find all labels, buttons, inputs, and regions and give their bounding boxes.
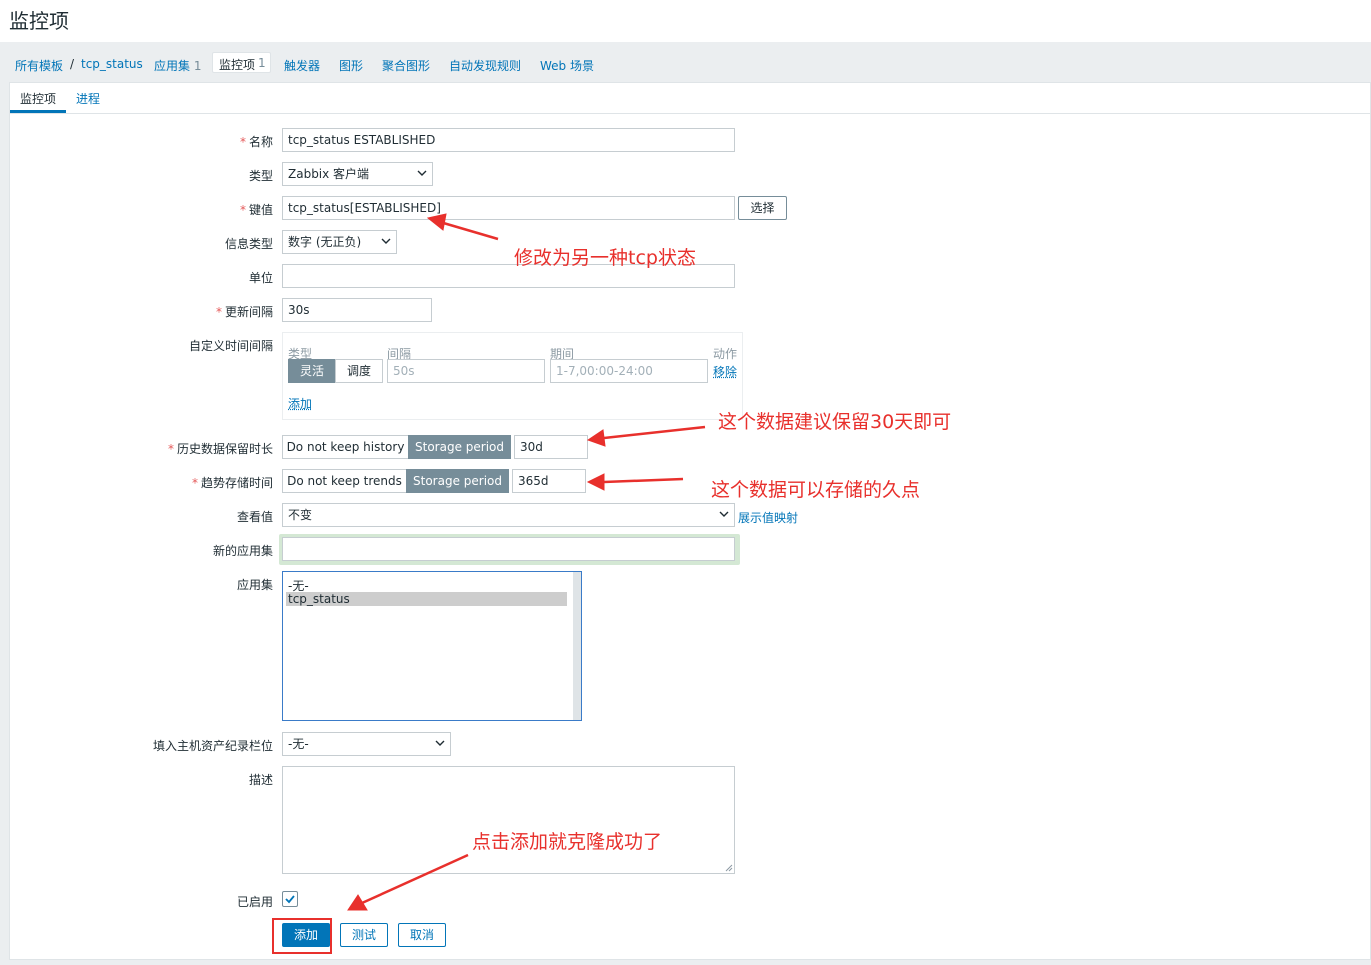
annotation-add-note: 点击添加就克隆成功了	[472, 831, 663, 853]
annotation-key-note: 修改为另一种tcp状态	[514, 247, 696, 269]
annotation-trends-note: 这个数据可以存储的久点	[711, 479, 921, 501]
annotation-arrows	[347, 213, 706, 911]
annotation-history-note: 这个数据建议保留30天即可	[718, 411, 952, 433]
